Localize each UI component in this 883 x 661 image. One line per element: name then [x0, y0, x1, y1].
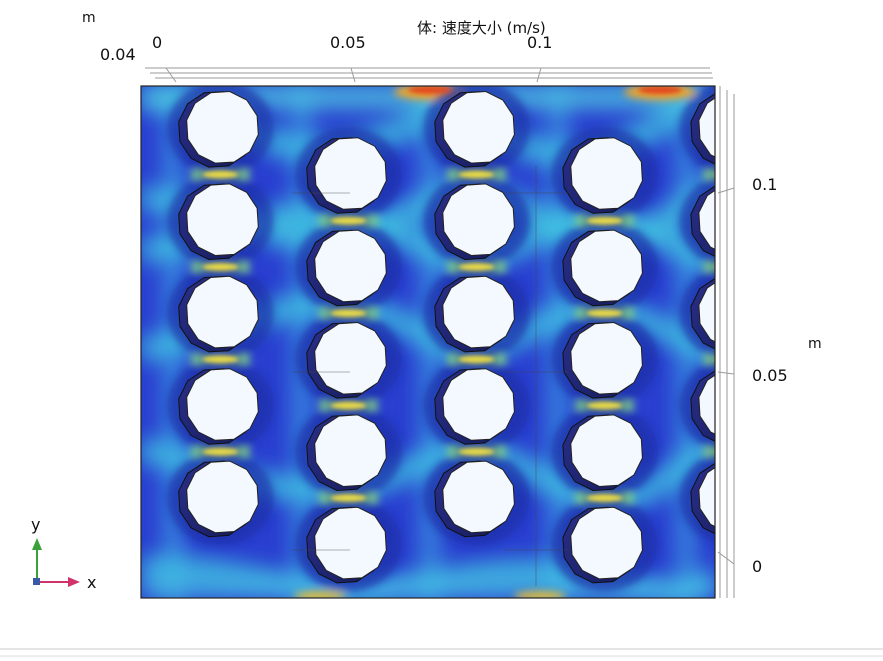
obstacle-top: [314, 137, 387, 210]
y-axis-unit: m: [808, 336, 822, 352]
obstacle-top: [442, 368, 515, 441]
triad-y-arrow-head: [32, 538, 42, 550]
axis-triad: y x: [31, 515, 96, 592]
y-tick-label: 0.05: [752, 366, 788, 385]
obstacle-top: [570, 137, 643, 210]
gap-flow-core: [458, 447, 495, 456]
gap-flow-core: [202, 447, 239, 456]
obstacle-top: [186, 275, 259, 349]
obstacle-top: [442, 460, 515, 534]
obstacle-top: [698, 97, 715, 158]
x-tick-label: 0: [152, 33, 162, 52]
obstacle-top: [442, 90, 515, 164]
triad-x-label: x: [87, 573, 96, 592]
obstacle-top: [570, 321, 643, 395]
obstacle-top: [314, 506, 387, 580]
obstacle-top: [442, 275, 515, 349]
triad-y-label: y: [31, 515, 40, 534]
y-tick-label: 0.1: [752, 175, 777, 194]
inlet-hotspot-core: [408, 86, 452, 94]
outlet-hotspot: [294, 591, 346, 598]
obstacle-top: [442, 183, 515, 257]
obstacle-top: [698, 282, 715, 343]
gap-flow-core: [330, 309, 367, 318]
x-tick-label: 0.05: [330, 33, 366, 52]
gap-flow-core: [458, 170, 495, 179]
flow-field: [141, 86, 715, 598]
obstacle-cylinder: [690, 185, 715, 258]
obstacle-cylinder: [690, 93, 715, 165]
gap-flow-core: [458, 262, 495, 271]
gap-flow-core: [458, 355, 495, 364]
velocity-magnitude-plot: m 0.04 体: 速度大小 (m/s) 0 0.05 0.1 m 0.1 0.…: [0, 10, 883, 657]
gap-flow-core: [586, 493, 623, 502]
gap-flow-core: [586, 216, 623, 225]
y-tick-label: 0: [752, 557, 762, 576]
obstacle-top: [314, 414, 387, 488]
obstacle-cylinder: [690, 277, 715, 350]
gap-flow-core: [330, 401, 367, 410]
obstacle-top: [314, 321, 387, 395]
gap-flow-core: [202, 355, 239, 364]
obstacle-top: [570, 506, 643, 580]
obstacle-top: [570, 229, 643, 303]
obstacle-cylinder: [690, 462, 715, 535]
gap-flow-core: [586, 309, 623, 318]
triad-x-arrow-head: [68, 577, 80, 587]
x-tick-label: 0.1: [527, 33, 552, 52]
gap-flow-core: [202, 170, 239, 179]
triad-origin: [33, 578, 40, 585]
inlet-hotspot-core: [638, 86, 682, 94]
obstacle-top: [186, 183, 259, 257]
z-axis-tick: 0.04: [100, 45, 136, 64]
gap-flow-core: [330, 216, 367, 225]
obstacle-top: [698, 189, 715, 250]
obstacle-top: [314, 229, 387, 303]
outlet-hotspot: [514, 591, 566, 598]
obstacle-top: [570, 414, 643, 488]
obstacle-top: [186, 460, 259, 534]
gap-flow-core: [586, 401, 623, 410]
obstacle-top: [186, 368, 259, 441]
gap-flow-core: [202, 262, 239, 271]
obstacle-top: [186, 90, 259, 164]
gap-flow-core: [330, 493, 367, 502]
z-axis-unit: m: [82, 10, 96, 26]
obstacle-top: [698, 466, 715, 528]
